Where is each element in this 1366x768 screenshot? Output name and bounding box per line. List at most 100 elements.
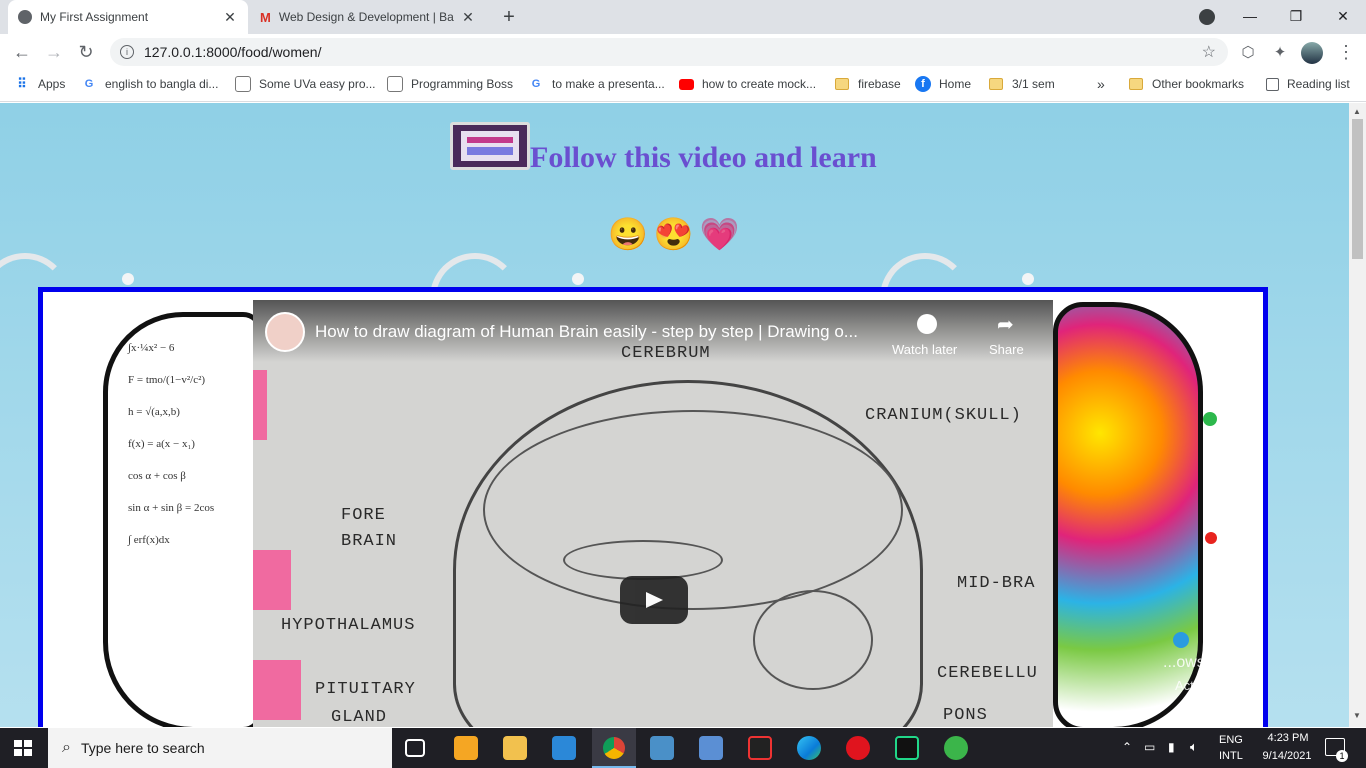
bookmark-label: Other bookmarks	[1152, 77, 1245, 91]
restore-button[interactable]: ❐	[1273, 0, 1319, 32]
close-window-button[interactable]: ✕	[1320, 0, 1366, 32]
bookmark-presentation[interactable]: G to make a presenta...	[528, 70, 665, 98]
bookmarks-bar: ⠿ Apps G english to bangla di... Some UV…	[0, 70, 1366, 102]
forward-button[interactable]: →	[40, 38, 68, 66]
youtube-video-player[interactable]: How to draw diagram of Human Brain easil…	[253, 300, 1053, 727]
profile-avatar[interactable]	[1301, 42, 1323, 64]
google-icon: G	[531, 78, 541, 90]
channel-avatar[interactable]	[265, 312, 305, 352]
share-label[interactable]: Share	[989, 342, 1024, 357]
bookmark-english-to-bangla[interactable]: G english to bangla di...	[81, 70, 219, 98]
emoji-row: 😀😍💗	[608, 216, 746, 252]
apps-grid-icon: ⠿	[17, 76, 27, 91]
bookmarks-overflow-button[interactable]: »	[1097, 70, 1105, 98]
bookmark-mock[interactable]: how to create mock...	[679, 70, 816, 98]
bookmark-label: 3/1 sem	[1012, 77, 1055, 91]
bookmark-label: firebase	[858, 77, 901, 91]
site-icon	[235, 76, 251, 92]
scroll-up-arrow[interactable]: ▲	[1353, 107, 1361, 116]
new-tab-button[interactable]: +	[497, 6, 521, 28]
minimize-button[interactable]: —	[1227, 0, 1273, 32]
bookmark-firebase[interactable]: firebase	[834, 70, 901, 98]
page-heading: Follow this video and learn	[530, 141, 877, 174]
opera-icon[interactable]	[846, 736, 870, 760]
pink-letter-strip	[253, 370, 267, 440]
bookmark-label: to make a presenta...	[552, 77, 665, 91]
decoration-dot	[122, 273, 134, 285]
notification-count: 1	[1336, 750, 1348, 762]
activate-windows-subtext: Activate Windows	[1175, 678, 1268, 693]
site-icon	[387, 76, 403, 92]
bookmark-label: Apps	[38, 77, 66, 91]
play-button[interactable]	[620, 576, 688, 624]
bookmark-programming-boss[interactable]: Programming Boss	[387, 70, 513, 98]
bookmark-star-icon[interactable]: ☆	[1202, 42, 1216, 62]
extension-cube-icon[interactable]: ⬡	[1234, 38, 1262, 66]
task-view-icon[interactable]	[405, 739, 425, 757]
menu-kebab-icon[interactable]: ⋮	[1332, 38, 1360, 66]
back-button[interactable]: ←	[8, 38, 36, 66]
tray-chevron-icon[interactable]: ⌃	[1122, 740, 1132, 754]
volume-icon[interactable]: 🔈︎	[1190, 739, 1198, 755]
taskbar-search[interactable]: ⌕ Type here to search	[48, 728, 392, 768]
bookmark-label: Reading list	[1287, 77, 1350, 91]
mail-icon[interactable]	[552, 736, 576, 760]
video-title[interactable]: How to draw diagram of Human Brain easil…	[315, 322, 858, 342]
chrome-taskbar-button[interactable]	[592, 728, 636, 768]
globe-icon	[18, 10, 32, 24]
scroll-down-arrow[interactable]: ▼	[1353, 711, 1361, 720]
app-icon[interactable]	[650, 736, 674, 760]
address-bar[interactable]: i 127.0.0.1:8000/food/women/ ☆	[110, 38, 1228, 66]
label-pons: PONS	[943, 706, 988, 725]
tab-search-icon[interactable]	[1199, 9, 1215, 25]
tab-my-first-assignment[interactable]: My First Assignment ✕	[8, 0, 248, 34]
language-code[interactable]: ENG	[1219, 734, 1243, 746]
watch-later-label[interactable]: Watch later	[892, 342, 957, 357]
close-tab-icon[interactable]: ✕	[460, 9, 476, 26]
bookmark-31-sem[interactable]: 3/1 sem	[988, 70, 1055, 98]
network-icon[interactable]: ▮	[1168, 740, 1175, 754]
scrollbar-thumb[interactable]	[1352, 119, 1363, 259]
bookmark-label: Some UVa easy pro...	[259, 77, 376, 91]
folder-icon	[834, 76, 850, 92]
brain-sketch-corpus	[563, 540, 723, 580]
extensions-puzzle-icon[interactable]: ✦	[1266, 38, 1294, 66]
label-mid-brain: MID-BRA	[957, 574, 1036, 593]
google-icon: G	[84, 78, 94, 90]
app-icon[interactable]	[699, 736, 723, 760]
bookmark-home[interactable]: f Home	[915, 70, 971, 98]
watch-later-icon[interactable]	[917, 314, 937, 334]
share-icon[interactable]: ➦	[997, 312, 1014, 337]
bookmark-uva[interactable]: Some UVa easy pro...	[235, 70, 376, 98]
file-explorer-icon[interactable]	[503, 736, 527, 760]
edge-icon[interactable]	[797, 736, 821, 760]
windows-taskbar: ⌕ Type here to search ⌃ ▭ ▮ 🔈︎ ENG INTL …	[0, 728, 1366, 768]
tab-web-design[interactable]: M Web Design & Development | Ba ✕	[250, 0, 486, 34]
paint-splash	[1205, 532, 1217, 544]
label-brain: BRAIN	[341, 532, 398, 551]
decoration-dot	[572, 273, 584, 285]
clock-time[interactable]: 4:23 PM	[1260, 732, 1316, 744]
store-icon[interactable]	[454, 736, 478, 760]
battery-icon[interactable]: ▭	[1144, 740, 1155, 754]
bookmark-label: Programming Boss	[411, 77, 514, 91]
reload-button[interactable]: ↻	[72, 38, 100, 66]
paint-splash	[1203, 412, 1217, 426]
language-layout[interactable]: INTL	[1219, 750, 1243, 762]
other-bookmarks[interactable]: Other bookmarks	[1128, 70, 1244, 98]
pycharm-icon[interactable]	[895, 736, 919, 760]
reading-list[interactable]: Reading list	[1266, 70, 1350, 98]
page-scrollbar[interactable]: ▲ ▼	[1349, 103, 1366, 727]
close-tab-icon[interactable]: ✕	[222, 9, 238, 26]
gmail-icon: M	[260, 9, 271, 25]
label-cerebellum: CEREBELLU	[937, 664, 1038, 683]
brain-sketch-cerebellum	[753, 590, 873, 690]
paint-splash	[1173, 632, 1189, 648]
app-icon[interactable]	[944, 736, 968, 760]
windows-start-icon[interactable]	[14, 740, 32, 756]
bookmark-apps[interactable]: ⠿ Apps	[14, 70, 65, 98]
info-icon[interactable]: i	[120, 45, 134, 59]
clock-date[interactable]: 9/14/2021	[1254, 750, 1320, 762]
recorder-icon[interactable]	[748, 736, 772, 760]
laptop-image	[450, 122, 530, 170]
